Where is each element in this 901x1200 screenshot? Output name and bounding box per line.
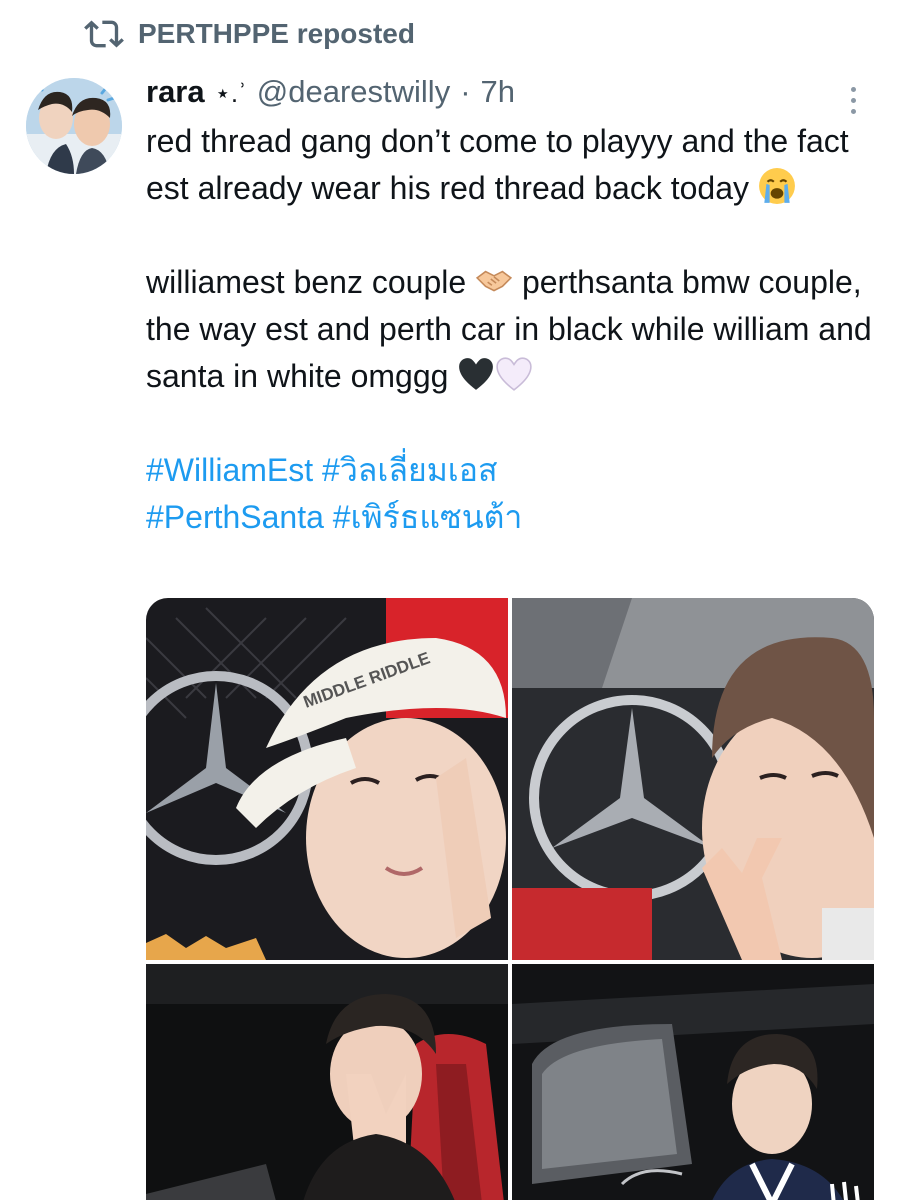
separator-dot: · bbox=[460, 74, 471, 109]
tweet-paragraph-1: red thread gang don’t come to playyy and… bbox=[146, 118, 886, 212]
paragraph-1-text: red thread gang don’t come to playyy and… bbox=[146, 123, 849, 206]
media-photo-3[interactable] bbox=[146, 964, 508, 1200]
hashtags-line-2: #PerthSanta #เพิร์ธแซนต้า bbox=[146, 494, 886, 541]
hashtag-perthsanta[interactable]: #PerthSanta bbox=[146, 499, 324, 535]
white-heart-icon bbox=[496, 357, 532, 391]
repost-indicator[interactable]: PERTHPPE reposted bbox=[84, 14, 415, 54]
photo-3-image bbox=[146, 964, 508, 1200]
photo-1-image: MIDDLE RIDDLE bbox=[146, 598, 508, 960]
black-heart-icon bbox=[459, 358, 494, 390]
hashtags-line-1: #WilliamEst #วิลเลี่ยมเอส bbox=[146, 447, 886, 494]
tweet-text: red thread gang don’t come to playyy and… bbox=[146, 118, 886, 541]
tweet-paragraph-2: williamest benz couple perthsanta bmw co… bbox=[146, 259, 886, 400]
paragraph-2-text-a: williamest benz couple bbox=[146, 264, 467, 300]
repost-label: PERTHPPE reposted bbox=[138, 18, 415, 49]
tweet-timestamp[interactable]: 7h bbox=[481, 74, 515, 110]
avatar-image bbox=[26, 78, 122, 174]
tweet-header: rara ⋆.ʾ @dearestwilly · 7h bbox=[146, 74, 515, 110]
hashtag-williamest-thai[interactable]: #วิลเลี่ยมเอส bbox=[322, 452, 497, 488]
author-display-name[interactable]: rara bbox=[146, 74, 205, 110]
media-photo-1[interactable]: MIDDLE RIDDLE bbox=[146, 598, 508, 960]
loudly-crying-face-icon bbox=[758, 168, 795, 204]
photo-4-image bbox=[512, 964, 874, 1200]
more-options-icon[interactable] bbox=[838, 80, 868, 120]
repost-icon bbox=[84, 20, 124, 48]
author-handle[interactable]: @dearestwilly bbox=[257, 74, 450, 110]
media-photo-4[interactable] bbox=[512, 964, 874, 1200]
tweet-page: PERTHPPE reposted rara ⋆.ʾ @dearestwilly… bbox=[0, 0, 901, 1200]
photo-2-image bbox=[512, 598, 874, 960]
handshake-icon bbox=[475, 270, 513, 292]
media-photo-2[interactable] bbox=[512, 598, 874, 960]
hashtag-perthsanta-thai[interactable]: #เพิร์ธแซนต้า bbox=[333, 499, 523, 535]
name-decoration: ⋆.ʾ bbox=[214, 78, 247, 108]
avatar[interactable] bbox=[26, 78, 122, 174]
hashtag-williamest[interactable]: #WilliamEst bbox=[146, 452, 313, 488]
media-grid: MIDDLE RIDDLE bbox=[146, 598, 874, 1200]
